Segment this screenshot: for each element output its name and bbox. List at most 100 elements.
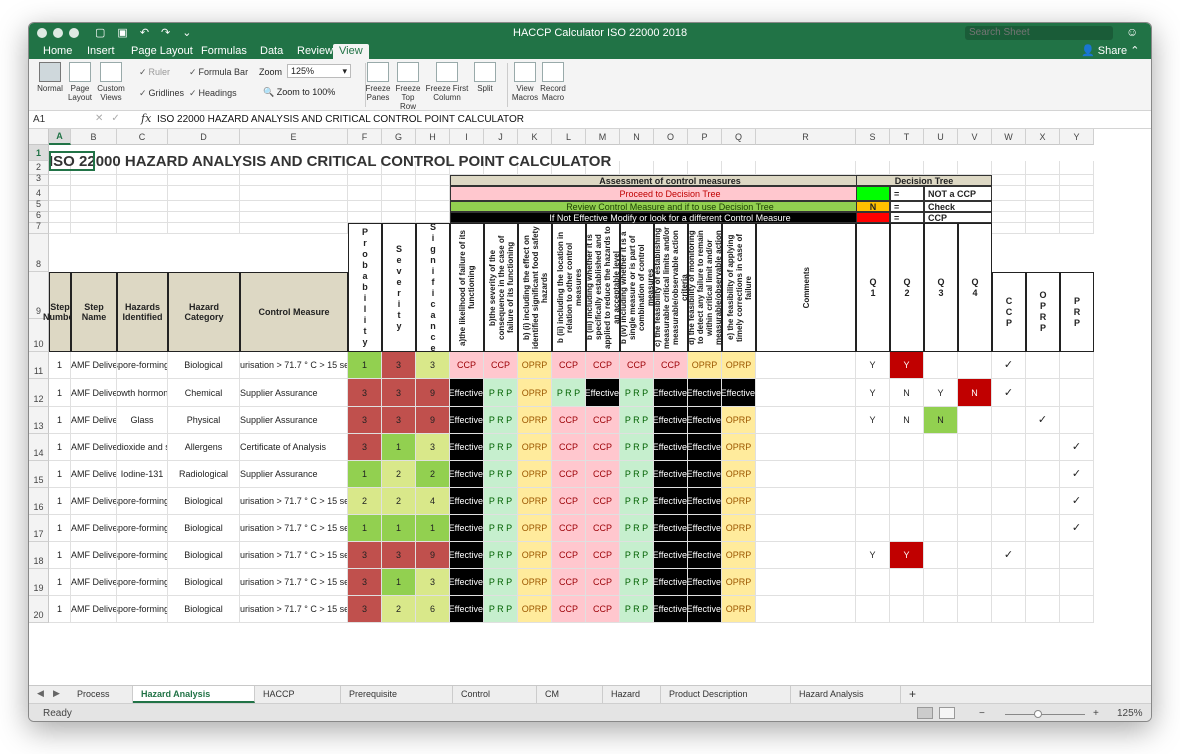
data-name-cell[interactable]: AMF Delivery — [71, 352, 117, 379]
sheet-tab-product-description-template[interactable]: Product Description Template — [661, 686, 791, 715]
grid-cell[interactable] — [117, 201, 168, 212]
chevron-up-icon[interactable]: ⌃ — [1130, 45, 1139, 57]
data-control-cell[interactable]: urisation > 71.7 ° C > 15 sec — [240, 488, 348, 515]
sheet-tab-haccp-validation[interactable]: HACCP Validation — [255, 686, 341, 715]
assessment-result-cell[interactable]: P R P — [620, 488, 654, 515]
data-hazard-cell[interactable]: Glass — [117, 407, 168, 434]
comments-cell[interactable] — [756, 461, 856, 488]
freeze-first-column-button[interactable]: Freeze First Column — [425, 62, 469, 102]
severity-cell[interactable]: 1 — [382, 569, 416, 596]
assessment-result-cell[interactable]: P R P — [620, 596, 654, 623]
column-header-F[interactable]: F — [348, 129, 382, 145]
column-header-G[interactable]: G — [382, 129, 416, 145]
grid-cell[interactable] — [49, 212, 71, 223]
column-header-A[interactable]: A — [49, 129, 71, 145]
ruler-checkbox[interactable]: ✓ Ruler — [139, 67, 170, 78]
assessment-result-cell[interactable]: CCP — [586, 596, 620, 623]
comments-cell[interactable] — [756, 379, 856, 407]
assessment-result-cell[interactable]: Not Effective — [450, 379, 484, 407]
assessment-result-cell[interactable]: CCP — [552, 352, 586, 379]
row-header-12[interactable]: 12 — [29, 379, 49, 407]
grid-cell[interactable] — [49, 201, 71, 212]
decision-q-cell[interactable] — [958, 569, 992, 596]
grid-cell[interactable] — [620, 161, 654, 175]
grid-cell[interactable] — [240, 186, 348, 201]
grid-cell[interactable] — [1026, 175, 1060, 186]
column-header-H[interactable]: H — [416, 129, 450, 145]
significance-cell[interactable]: 4 — [416, 488, 450, 515]
grid-cell[interactable] — [958, 161, 992, 175]
decision-q-cell[interactable] — [924, 434, 958, 461]
assessment-result-cell[interactable]: P R P — [620, 542, 654, 569]
assessment-result-cell[interactable]: P R P — [620, 434, 654, 461]
assessment-result-cell[interactable]: Not Effective — [450, 434, 484, 461]
redo-icon[interactable]: ↷ — [161, 26, 170, 39]
assessment-result-cell[interactable]: CCP — [586, 515, 620, 542]
result-ccp-cell[interactable] — [992, 596, 1026, 623]
result-prp-cell[interactable] — [1060, 379, 1094, 407]
data-category-cell[interactable]: Allergens — [168, 434, 240, 461]
significance-cell[interactable]: 9 — [416, 542, 450, 569]
probability-cell[interactable]: 3 — [348, 569, 382, 596]
decision-q-cell[interactable] — [890, 515, 924, 542]
assessment-result-cell[interactable]: CCP — [484, 352, 518, 379]
grid-cell[interactable] — [382, 175, 416, 186]
assessment-result-cell[interactable]: CCP — [552, 569, 586, 596]
column-header-L[interactable]: L — [552, 129, 586, 145]
result-prp-cell[interactable] — [1060, 407, 1094, 434]
result-prp-cell[interactable]: ✓ — [1060, 515, 1094, 542]
assessment-result-cell[interactable]: P R P — [620, 407, 654, 434]
result-ccp-cell[interactable] — [992, 407, 1026, 434]
save-icon[interactable]: ▣ — [117, 26, 127, 39]
data-step-cell[interactable]: 1 — [49, 596, 71, 623]
data-step-cell[interactable]: 1 — [49, 407, 71, 434]
row-header-7[interactable]: 7 — [29, 221, 49, 234]
data-name-cell[interactable]: AMF Delivery — [71, 488, 117, 515]
result-oprp-cell[interactable] — [1026, 542, 1060, 569]
column-header-Q[interactable]: Q — [722, 129, 756, 145]
probability-cell[interactable]: 3 — [348, 542, 382, 569]
severity-cell[interactable]: 1 — [382, 515, 416, 542]
share-button[interactable]: 👤 Share ⌃ — [1081, 44, 1139, 57]
data-hazard-cell[interactable]: Iodine-131 — [117, 461, 168, 488]
formula-input[interactable]: ISO 22000 HAZARD ANALYSIS AND CRITICAL C… — [157, 114, 524, 125]
result-ccp-cell[interactable]: ✓ — [992, 379, 1026, 407]
freeze-top-row-button[interactable]: Freeze Top Row — [393, 62, 423, 111]
column-header-M[interactable]: M — [586, 129, 620, 145]
column-header-D[interactable]: D — [168, 129, 240, 145]
decision-q-cell[interactable]: N — [890, 379, 924, 407]
grid-cell[interactable] — [1026, 212, 1060, 223]
grid-cell[interactable] — [1060, 161, 1094, 175]
row-header-19[interactable]: 19 — [29, 569, 49, 596]
grid-cell[interactable] — [49, 223, 71, 234]
gridlines-checkbox[interactable]: ✓ Gridlines — [139, 88, 184, 99]
assessment-result-cell[interactable]: OPRP — [518, 542, 552, 569]
assessment-result-cell[interactable]: CCP — [586, 434, 620, 461]
grid-cell[interactable] — [654, 161, 688, 175]
result-oprp-cell[interactable] — [1026, 596, 1060, 623]
decision-q-cell[interactable]: Y — [890, 352, 924, 379]
assessment-result-cell[interactable]: Not Effective — [450, 488, 484, 515]
headings-checkbox[interactable]: ✓ Headings — [189, 88, 237, 99]
assessment-result-cell[interactable]: Not Effective — [654, 542, 688, 569]
assessment-result-cell[interactable]: Not Effective — [450, 515, 484, 542]
grid-cell[interactable] — [240, 223, 348, 234]
assessment-result-cell[interactable]: Not Effective — [450, 407, 484, 434]
row-header-18[interactable]: 18 — [29, 542, 49, 569]
assessment-result-cell[interactable]: OPRP — [722, 488, 756, 515]
grid-cell[interactable] — [168, 212, 240, 223]
result-ccp-cell[interactable] — [992, 488, 1026, 515]
significance-cell[interactable]: 2 — [416, 461, 450, 488]
assessment-result-cell[interactable]: CCP — [620, 352, 654, 379]
row-header-13[interactable]: 13 — [29, 407, 49, 434]
data-hazard-cell[interactable]: Sulphur dioxide and sulphites — [117, 434, 168, 461]
assessment-result-cell[interactable]: Not Effective — [654, 407, 688, 434]
result-ccp-cell[interactable] — [992, 569, 1026, 596]
column-header-I[interactable]: I — [450, 129, 484, 145]
ribbon-tab-insert[interactable]: Insert — [81, 44, 121, 59]
row-header-17[interactable]: 17 — [29, 515, 49, 542]
column-header-N[interactable]: N — [620, 129, 654, 145]
decision-q-cell[interactable]: Y — [856, 542, 890, 569]
row-header-3[interactable]: 3 — [29, 173, 49, 186]
sheet-tab-process-flow[interactable]: Process Flow — [69, 686, 133, 715]
